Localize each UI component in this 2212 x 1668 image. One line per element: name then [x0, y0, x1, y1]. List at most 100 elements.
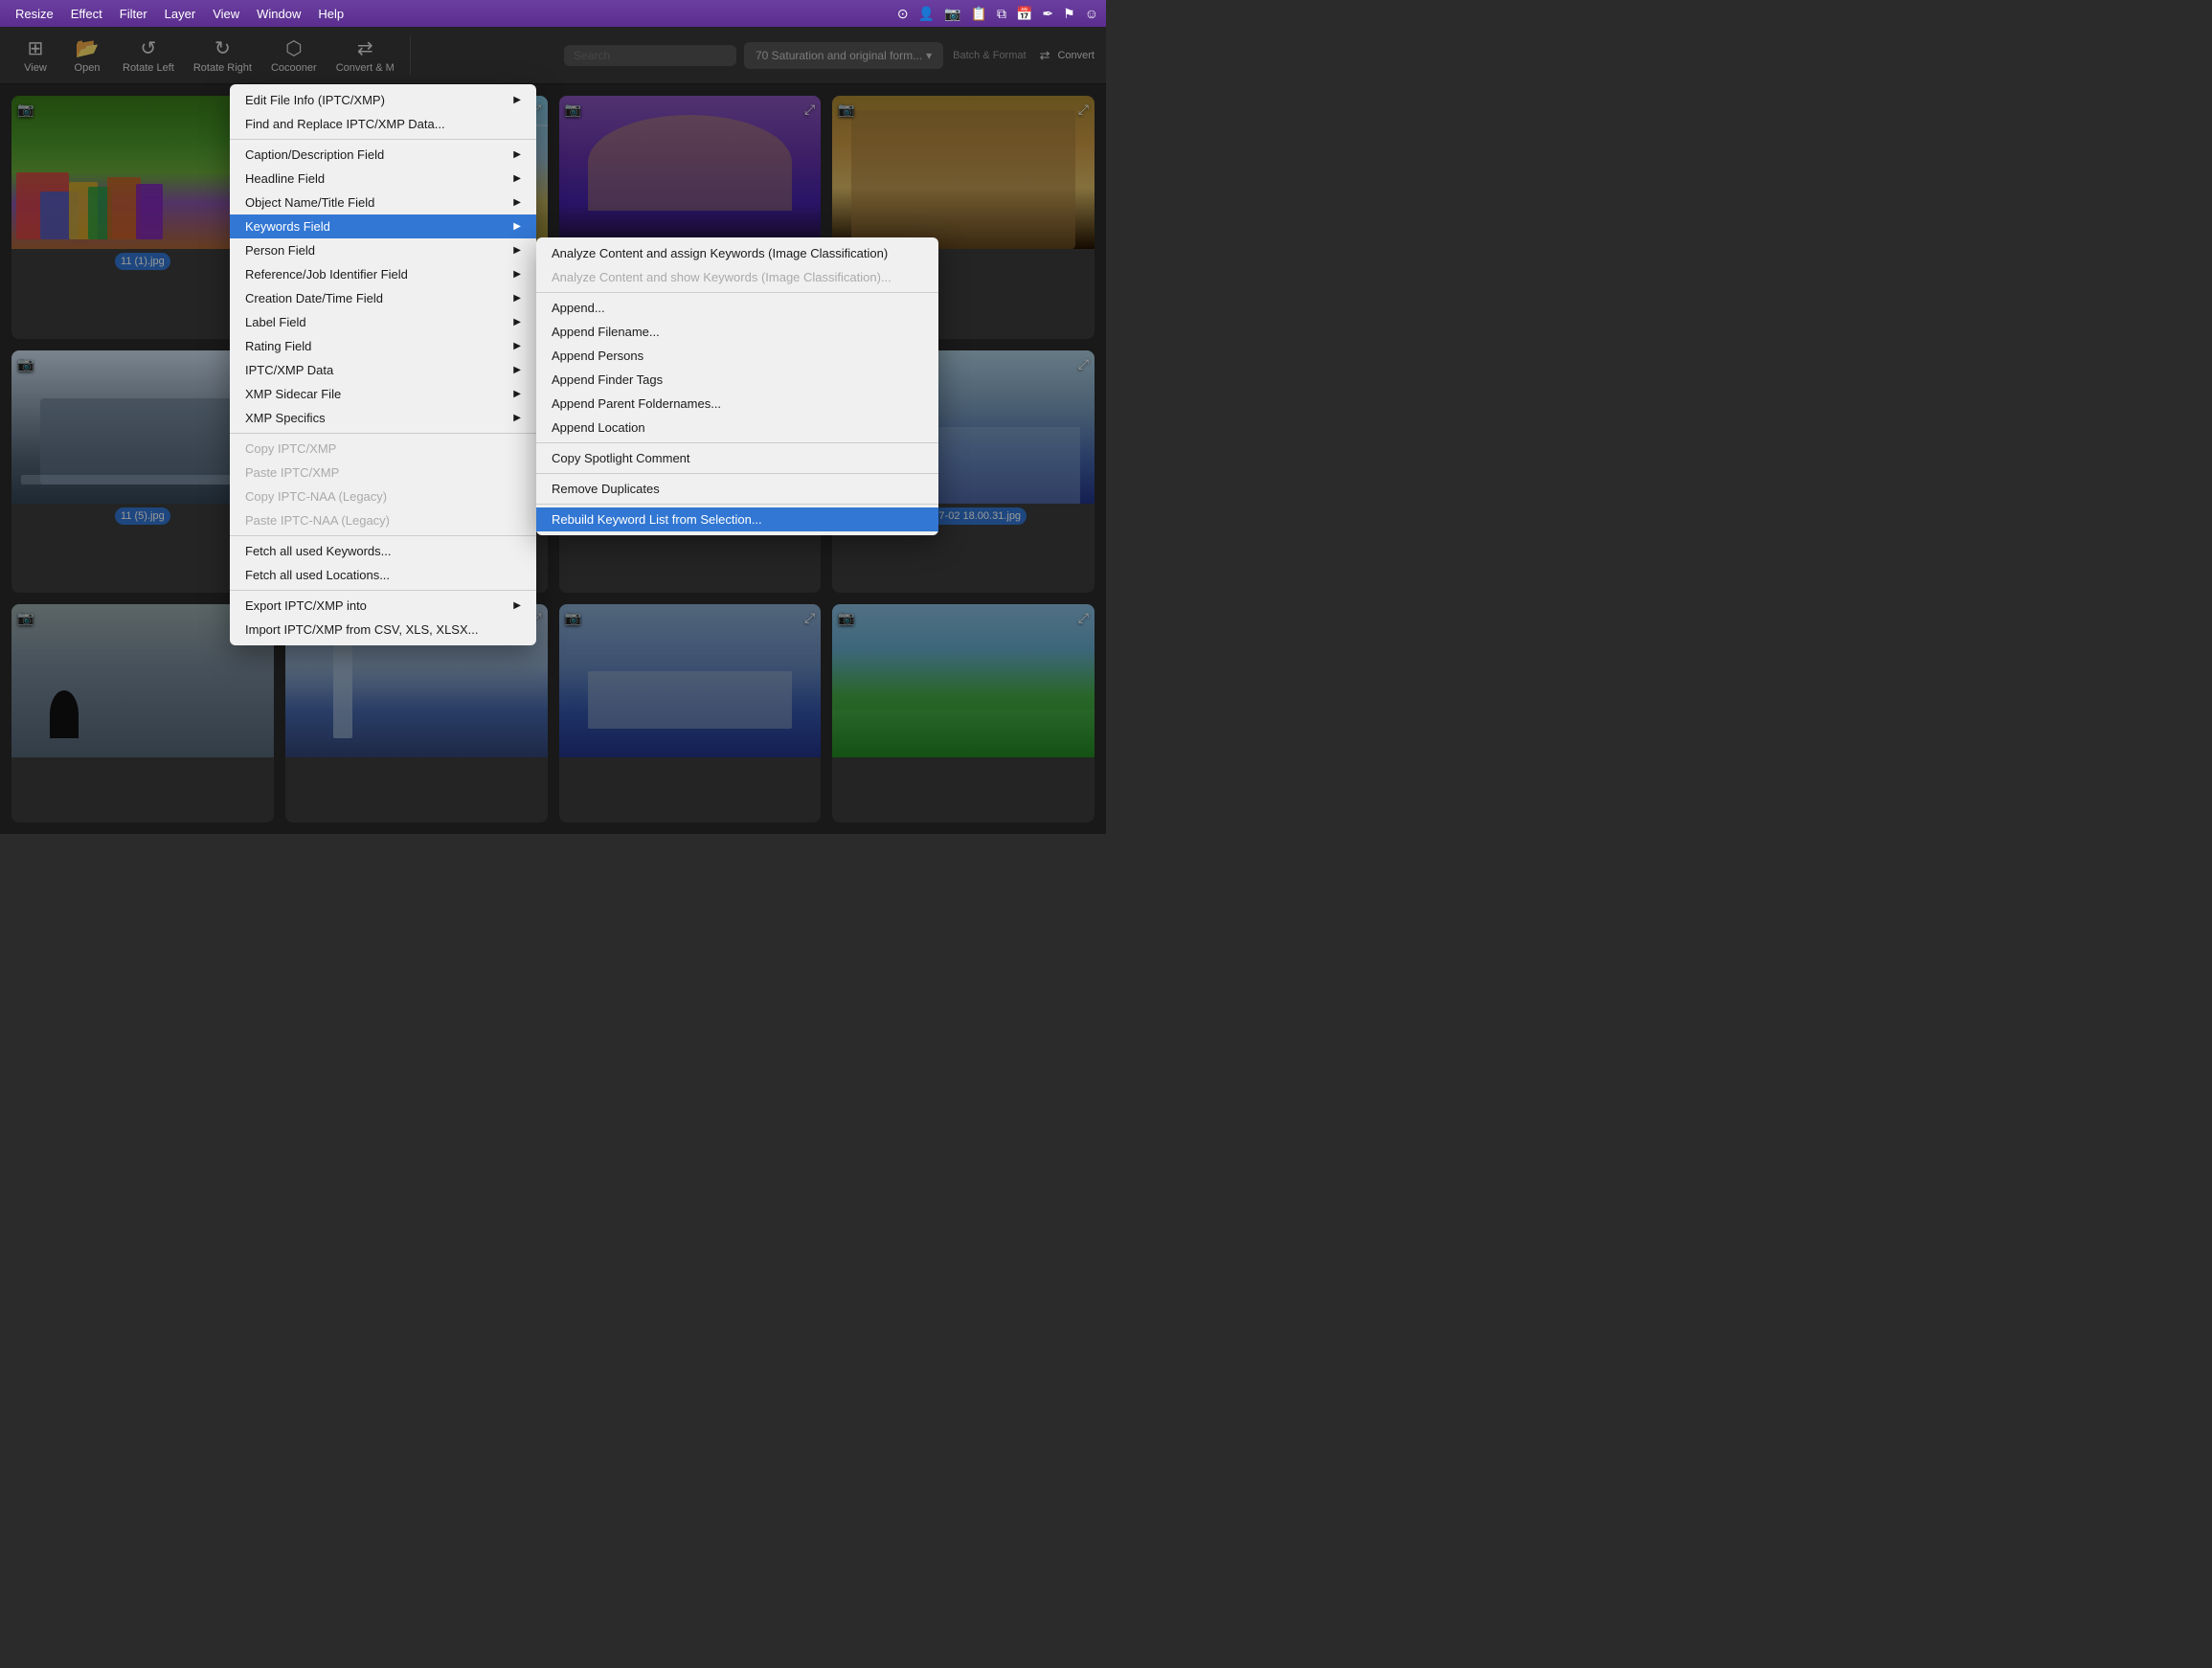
- menu-item-paste-iptc[interactable]: Paste IPTC/XMP: [230, 461, 536, 485]
- submenu-analyze-show[interactable]: Analyze Content and show Keywords (Image…: [536, 265, 938, 289]
- menu-item-xmp-sidecar[interactable]: XMP Sidecar File ▶: [230, 382, 536, 406]
- target-icon[interactable]: ⊙: [897, 6, 909, 22]
- chevron-icon-rating: ▶: [513, 341, 521, 351]
- chevron-icon-object-name: ▶: [513, 197, 521, 208]
- submenu-separator-4: [536, 504, 938, 505]
- menu-item-export-iptc[interactable]: Export IPTC/XMP into ▶: [230, 594, 536, 618]
- photo-cell-12[interactable]: 📷 ⤢: [832, 604, 1095, 823]
- menubar-effect[interactable]: Effect: [63, 5, 110, 23]
- camera-icon[interactable]: 📷: [944, 6, 960, 22]
- submenu-append-persons[interactable]: Append Persons: [536, 344, 938, 368]
- menu-item-label-edit-file-info: Edit File Info (IPTC/XMP): [245, 93, 385, 107]
- convert-m-button[interactable]: ⇄ Convert & M: [328, 31, 402, 80]
- open-button[interactable]: 📂 Open: [63, 31, 111, 80]
- submenu-append-location[interactable]: Append Location: [536, 416, 938, 440]
- batch-format-button[interactable]: 70 Saturation and original form... ▾: [744, 42, 943, 69]
- menu-item-label-field[interactable]: Label Field ▶: [230, 310, 536, 334]
- photo-thumb-11: [559, 604, 822, 757]
- menu-item-label-creation-date: Creation Date/Time Field: [245, 291, 383, 305]
- camera-icon-tl-12: 📷: [838, 610, 854, 626]
- clipboard-icon[interactable]: 📋: [971, 6, 987, 22]
- view-label: View: [24, 62, 47, 74]
- menu-item-paste-iptc-naa[interactable]: Paste IPTC-NAA (Legacy): [230, 508, 536, 532]
- menubar-resize[interactable]: Resize: [8, 5, 61, 23]
- expand-icon-tr-4[interactable]: ⤢: [1078, 101, 1089, 118]
- rotate-left-button[interactable]: ↺ Rotate Left: [115, 31, 182, 80]
- menu-separator-2: [230, 433, 536, 434]
- flag-icon[interactable]: ⚑: [1063, 6, 1075, 22]
- camera-icon-tl-11: 📷: [565, 610, 581, 626]
- menu-item-copy-iptc-naa[interactable]: Copy IPTC-NAA (Legacy): [230, 485, 536, 508]
- menu-item-label-reference: Reference/Job Identifier Field: [245, 267, 408, 282]
- menubar-help[interactable]: Help: [310, 5, 351, 23]
- cocooner-button[interactable]: ⬡ Cocooner: [263, 31, 325, 80]
- view-button[interactable]: ⊞ View: [11, 31, 59, 80]
- menu-item-creation-date[interactable]: Creation Date/Time Field ▶: [230, 286, 536, 310]
- menu-item-find-replace[interactable]: Find and Replace IPTC/XMP Data...: [230, 112, 536, 136]
- submenu-append-filename[interactable]: Append Filename...: [536, 320, 938, 344]
- menu-item-headline[interactable]: Headline Field ▶: [230, 167, 536, 191]
- expand-icon-tr-12[interactable]: ⤢: [1078, 610, 1089, 626]
- menu-item-fetch-locations[interactable]: Fetch all used Locations...: [230, 563, 536, 587]
- submenu-rebuild-keyword-list[interactable]: Rebuild Keyword List from Selection...: [536, 507, 938, 531]
- menubar-window[interactable]: Window: [249, 5, 308, 23]
- menu-item-label-import-iptc: Import IPTC/XMP from CSV, XLS, XLSX...: [245, 622, 478, 637]
- menu-item-object-name[interactable]: Object Name/Title Field ▶: [230, 191, 536, 214]
- submenu-label-rebuild-keyword-list: Rebuild Keyword List from Selection...: [552, 512, 762, 527]
- search-input[interactable]: [564, 45, 736, 66]
- submenu-label-append-filename: Append Filename...: [552, 325, 660, 339]
- menu-item-iptc-xmp-data[interactable]: IPTC/XMP Data ▶: [230, 358, 536, 382]
- menu-item-edit-file-info[interactable]: Edit File Info (IPTC/XMP) ▶: [230, 88, 536, 112]
- layers-icon[interactable]: ⧉: [997, 6, 1006, 22]
- chevron-icon-creation-date: ▶: [513, 293, 521, 304]
- smiley-icon[interactable]: ☺: [1085, 6, 1098, 21]
- menu-item-reference[interactable]: Reference/Job Identifier Field ▶: [230, 262, 536, 286]
- submenu-label-append-parent-folders: Append Parent Foldernames...: [552, 396, 721, 411]
- camera-icon-tl-3: 📷: [565, 101, 581, 118]
- menu-item-keywords[interactable]: Keywords Field ▶: [230, 214, 536, 238]
- chevron-icon-label-field: ▶: [513, 317, 521, 327]
- menu-item-import-iptc[interactable]: Import IPTC/XMP from CSV, XLS, XLSX...: [230, 618, 536, 642]
- menu-item-xmp-specifics[interactable]: XMP Specifics ▶: [230, 406, 536, 430]
- menu-item-fetch-keywords[interactable]: Fetch all used Keywords...: [230, 539, 536, 563]
- chevron-icon-reference: ▶: [513, 269, 521, 280]
- toolbar-separator-1: [410, 36, 411, 75]
- menu-item-copy-iptc[interactable]: Copy IPTC/XMP: [230, 437, 536, 461]
- submenu-separator-1: [536, 292, 938, 293]
- chevron-icon-caption: ▶: [513, 149, 521, 160]
- pen-icon[interactable]: ✒: [1042, 6, 1053, 22]
- expand-icon-tr-8[interactable]: ⤢: [1078, 356, 1089, 372]
- submenu-separator-3: [536, 473, 938, 474]
- camera-icon-tl-4: 📷: [838, 101, 854, 118]
- submenu-append-finder-tags[interactable]: Append Finder Tags: [536, 368, 938, 392]
- menu-item-caption[interactable]: Caption/Description Field ▶: [230, 143, 536, 167]
- camera-icon-tl-5: 📷: [17, 356, 34, 372]
- camera-icon-tl-1: 📷: [17, 101, 34, 118]
- submenu-append-parent-folders[interactable]: Append Parent Foldernames...: [536, 392, 938, 416]
- submenu-copy-spotlight[interactable]: Copy Spotlight Comment: [536, 446, 938, 470]
- menu-item-label-rating: Rating Field: [245, 339, 311, 353]
- menubar-layer[interactable]: Layer: [157, 5, 204, 23]
- menu-item-rating[interactable]: Rating Field ▶: [230, 334, 536, 358]
- submenu-separator-2: [536, 442, 938, 443]
- convert-toolbar-label[interactable]: Convert: [1057, 50, 1095, 61]
- photo-cell-11[interactable]: 📷 ⤢: [559, 604, 822, 823]
- menubar-filter[interactable]: Filter: [112, 5, 155, 23]
- submenu-label-append-persons: Append Persons: [552, 349, 643, 363]
- menu-item-label-copy-iptc: Copy IPTC/XMP: [245, 441, 336, 456]
- person-icon[interactable]: 👤: [918, 6, 935, 22]
- rotate-right-button[interactable]: ↻ Rotate Right: [186, 31, 260, 80]
- chevron-icon-headline: ▶: [513, 173, 521, 184]
- submenu-append[interactable]: Append...: [536, 296, 938, 320]
- menu-item-label-paste-iptc-naa: Paste IPTC-NAA (Legacy): [245, 513, 390, 528]
- menu-separator-1: [230, 139, 536, 140]
- submenu-remove-duplicates[interactable]: Remove Duplicates: [536, 477, 938, 501]
- menubar-view[interactable]: View: [205, 5, 247, 23]
- expand-icon-tr-3[interactable]: ⤢: [804, 101, 815, 118]
- calendar-icon[interactable]: 📅: [1016, 6, 1032, 22]
- submenu-label-remove-duplicates: Remove Duplicates: [552, 482, 660, 496]
- expand-icon-tr-11[interactable]: ⤢: [804, 610, 815, 626]
- submenu-analyze-assign[interactable]: Analyze Content and assign Keywords (Ima…: [536, 241, 938, 265]
- submenu-label-append-finder-tags: Append Finder Tags: [552, 372, 663, 387]
- menu-item-person[interactable]: Person Field ▶: [230, 238, 536, 262]
